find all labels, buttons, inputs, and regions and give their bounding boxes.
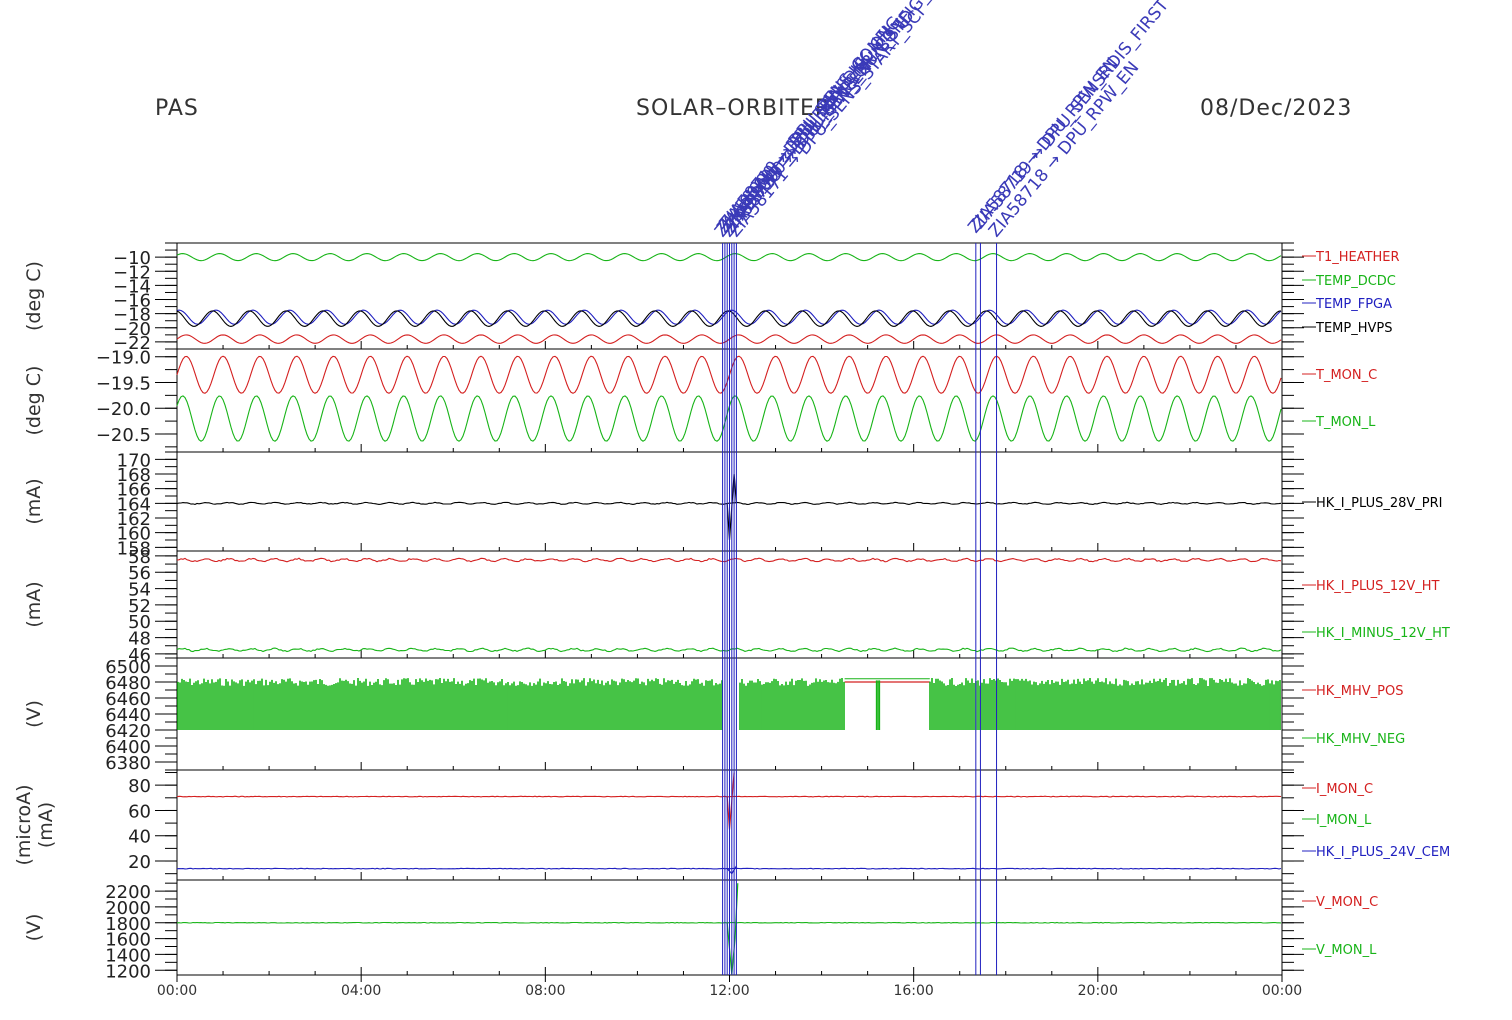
x-tick-label: 00:00	[157, 983, 197, 999]
x-tick-label: 12:00	[709, 983, 749, 999]
event-label: ZIA58171 → DPU_SENS_START_SCI	[725, 3, 929, 241]
x-tick-label: 00:00	[1262, 983, 1302, 999]
housekeeping-plot: −22−20−18−16−14−12−10(deg C)T1_HEATHERTE…	[13, 0, 1450, 999]
legend-label: HK_I_PLUS_24V_CEM	[1316, 845, 1450, 860]
y-axis-label: (V)	[23, 700, 45, 728]
x-tick-label: 04:00	[341, 983, 381, 999]
event-label: ZIA58718 → DPU_RPW_EN	[985, 58, 1143, 241]
legend-label: TEMP_HVPS	[1315, 321, 1392, 336]
x-tick-label: 16:00	[893, 983, 933, 999]
y-axis-label: (microA)	[13, 784, 35, 865]
y-tick-label: −19.0	[96, 348, 151, 369]
y-axis-label-2: (mA)	[35, 802, 57, 848]
x-tick-label: 20:00	[1078, 983, 1118, 999]
y-tick-label: −10	[113, 248, 151, 269]
y-axis-label: (mA)	[23, 478, 45, 524]
legend-label: HK_I_MINUS_12V_HT	[1316, 626, 1450, 641]
y-tick-label: 40	[128, 827, 151, 848]
y-axis-label: (deg C)	[23, 366, 45, 436]
x-tick-label: 08:00	[525, 983, 565, 999]
y-axis-label: (V)	[23, 914, 45, 942]
y-tick-label: 20	[128, 852, 151, 873]
y-tick-label: 6500	[105, 657, 151, 678]
y-axis-label: (mA)	[23, 581, 45, 627]
legend-label: T_MON_L	[1315, 415, 1376, 430]
legend-label: T1_HEATHER	[1315, 250, 1400, 265]
legend-label: V_MON_C	[1316, 895, 1378, 910]
series-spike	[726, 772, 735, 830]
y-tick-label: 2200	[105, 882, 151, 903]
legend-label: TEMP_DCDC	[1315, 274, 1396, 289]
y-axis-label: (deg C)	[23, 261, 45, 331]
legend-label: I_MON_C	[1316, 782, 1373, 797]
legend-label: T_MON_C	[1315, 368, 1377, 383]
y-tick-label: 60	[128, 801, 151, 822]
event-label: ZIA58719 → DPU_SENSRDIS_FIRST	[969, 0, 1174, 233]
legend-label: V_MON_L	[1316, 943, 1377, 958]
y-tick-label: −20.0	[96, 399, 151, 420]
y-tick-label: 58	[128, 547, 151, 568]
legend-label: I_MON_L	[1316, 813, 1372, 828]
y-tick-label: −20.5	[96, 425, 151, 446]
legend-label: HK_I_PLUS_12V_HT	[1316, 579, 1440, 594]
legend-label: TEMP_FPGA	[1315, 297, 1392, 312]
legend-label: HK_MHV_POS	[1316, 684, 1404, 699]
legend-label: HK_MHV_NEG	[1316, 732, 1405, 747]
y-tick-label: 80	[128, 776, 151, 797]
legend-label: HK_I_PLUS_28V_PRI	[1316, 496, 1442, 511]
y-tick-label: −19.5	[96, 373, 151, 394]
y-tick-label: 170	[117, 450, 151, 471]
